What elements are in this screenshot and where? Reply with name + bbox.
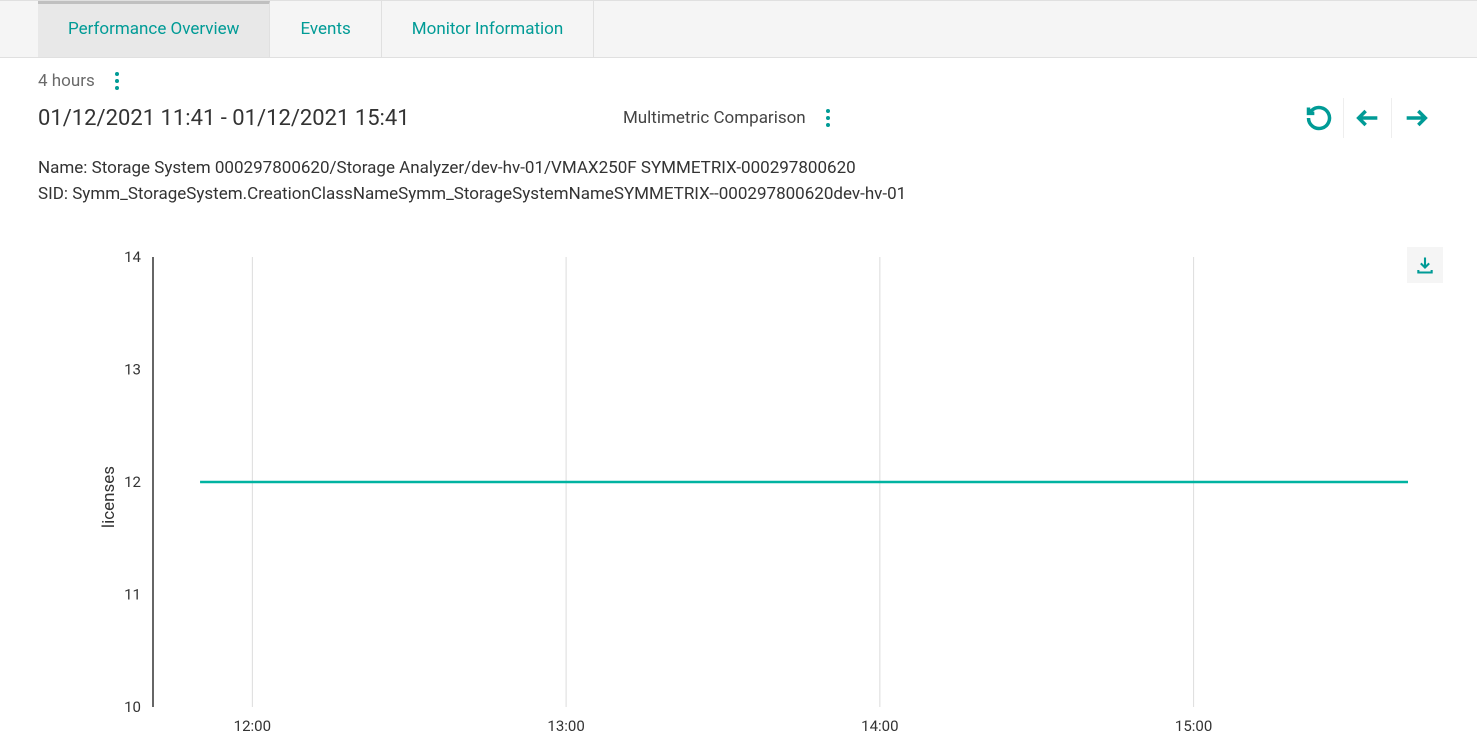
content-area: 4 hours 01/12/2021 11:41 - 01/12/2021 15…	[0, 58, 1477, 747]
timerange-menu-icon[interactable]	[113, 70, 121, 92]
sid-line: SID: Symm_StorageSystem.CreationClassNam…	[38, 182, 1439, 208]
chart-ylabel: licenses	[99, 466, 119, 528]
tab-events[interactable]: Events	[270, 1, 381, 57]
svg-text:13:00: 13:00	[547, 717, 584, 735]
next-button[interactable]	[1391, 98, 1439, 138]
svg-text:14:00: 14:00	[861, 717, 898, 735]
svg-text:14: 14	[124, 248, 141, 266]
svg-text:12: 12	[124, 473, 141, 491]
multimetric-menu-icon[interactable]	[824, 107, 832, 129]
multimetric-block: Multimetric Comparison	[623, 107, 832, 129]
svg-text:13: 13	[124, 361, 141, 379]
refresh-icon	[1305, 104, 1333, 132]
arrow-left-icon	[1354, 104, 1382, 132]
timerange-label: 4 hours	[38, 71, 95, 91]
multimetric-label: Multimetric Comparison	[623, 108, 806, 128]
name-line: Name: Storage System 000297800620/Storag…	[38, 156, 1439, 182]
daterange-row: 01/12/2021 11:41 - 01/12/2021 15:41 Mult…	[38, 98, 1439, 138]
chart-plot: 10 11 12 13 14 12:00 13:00 14:00 15:00	[38, 247, 1438, 747]
timerange-row: 4 hours	[38, 70, 1439, 92]
daterange-text: 01/12/2021 11:41 - 01/12/2021 15:41	[38, 106, 410, 131]
tabs-bar: Performance Overview Events Monitor Info…	[0, 0, 1477, 58]
nav-icons	[1295, 98, 1439, 138]
svg-text:15:00: 15:00	[1175, 717, 1212, 735]
chart-container: licenses 10 11 12 13 14 12:00 13:00 14:00 15:00	[38, 247, 1439, 747]
download-icon	[1415, 255, 1435, 275]
svg-text:10: 10	[124, 698, 141, 716]
svg-text:12:00: 12:00	[234, 717, 271, 735]
tab-monitor-information[interactable]: Monitor Information	[382, 1, 594, 57]
prev-button[interactable]	[1343, 98, 1391, 138]
arrow-right-icon	[1402, 104, 1430, 132]
svg-text:11: 11	[124, 586, 141, 604]
refresh-button[interactable]	[1295, 98, 1343, 138]
download-chart-button[interactable]	[1407, 247, 1443, 283]
tab-performance-overview[interactable]: Performance Overview	[38, 1, 270, 57]
